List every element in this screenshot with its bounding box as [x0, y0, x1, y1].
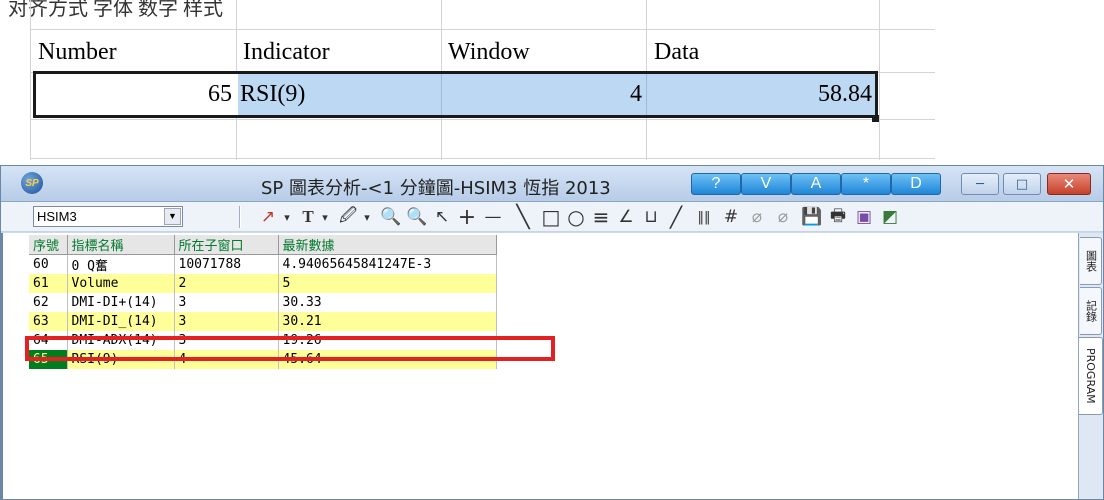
export-icon[interactable]: ◩	[879, 206, 901, 228]
toolbar-separator	[239, 206, 241, 228]
ribbon-text: 对齐方式 字体 数字 样式	[8, 0, 223, 20]
window-title: SP 圖表分析-<1 分鐘圖-HSIM3 恆指 2013	[261, 178, 611, 199]
cell-divider	[646, 74, 647, 115]
chart-image-icon[interactable]: ▣	[853, 206, 875, 228]
chevron-down-icon[interactable]: ▾	[318, 206, 332, 228]
ellipse-icon[interactable]: ○	[564, 205, 588, 229]
zoom-in-icon[interactable]: 🔍	[379, 206, 403, 228]
row-name: DMI-DI+(14)	[67, 293, 175, 312]
row-data: 30.33	[278, 293, 497, 312]
gridline	[879, 0, 880, 160]
gridline	[30, 0, 31, 160]
row-data: 30.21	[278, 312, 497, 331]
channel-icon[interactable]: ≡	[589, 205, 613, 229]
cell-window[interactable]: 4	[445, 79, 642, 109]
row-name: 0 Q奮	[67, 254, 175, 274]
row-window: 2	[174, 274, 279, 293]
row-window: 3	[174, 312, 279, 331]
zoom-out-icon[interactable]: 🔍	[405, 206, 429, 228]
sp-chart-window: SP SP 圖表分析-<1 分鐘圖-HSIM3 恆指 2013 ? V A * …	[0, 165, 1104, 500]
toolbar: HSIM3 ▼ ↗ ▾ T ▾ 🖉 ▾ 🔍 🔍 ↖ + — ╲ □ ○ ≡ ∠ …	[1, 202, 1103, 232]
eraser-icon[interactable]: ⌀	[747, 206, 767, 228]
a-button[interactable]: A	[791, 173, 841, 195]
cell-data[interactable]: 58.84	[650, 79, 872, 109]
column-header-latest-data[interactable]: 最新數據	[278, 235, 497, 255]
row-no: 60	[29, 254, 68, 274]
title-bar[interactable]: SP SP 圖表分析-<1 分鐘圖-HSIM3 恆指 2013 ? V A * …	[1, 166, 1103, 202]
diagonal-line-icon[interactable]: ╲	[509, 205, 537, 230]
save-icon[interactable]: 💾	[801, 206, 823, 228]
trend-line-icon[interactable]: ╱	[664, 205, 688, 229]
symbol-select[interactable]: HSIM3 ▼	[33, 206, 183, 227]
row-data: 4.94065645841247E-3	[278, 254, 497, 274]
cell-divider	[441, 74, 442, 115]
maximize-icon: □	[1015, 176, 1029, 192]
row-data: 5	[278, 274, 497, 293]
header-indicator[interactable]: Indicator	[243, 37, 330, 67]
side-tab-strip: 圖表 記錄 PROGRAM	[1078, 233, 1103, 499]
column-header-subwindow[interactable]: 所在子窗口	[174, 235, 279, 255]
header-number[interactable]: Number	[38, 37, 117, 67]
cell-indicator[interactable]: RSI(9)	[240, 79, 305, 109]
indicator-panel: 序號 指標名稱 所在子窗口 最新數據 60 0 Q奮 10071788 4.94…	[1, 233, 1078, 499]
row-name: DMI-DI_(14)	[67, 312, 175, 331]
horizontal-line-icon[interactable]: —	[481, 206, 505, 228]
column-header-name[interactable]: 指標名稱	[67, 235, 175, 255]
rectangle-icon[interactable]: □	[539, 205, 563, 229]
pointer-icon[interactable]: ↖	[431, 206, 453, 228]
tab-chart[interactable]: 圖表	[1080, 237, 1102, 285]
minimize-icon: ─	[976, 176, 984, 192]
measure-icon[interactable]: ⊔	[639, 206, 663, 228]
header-data[interactable]: Data	[654, 37, 699, 67]
vertical-lines-icon[interactable]: ‖‖	[691, 206, 717, 228]
cell-number[interactable]: 65	[36, 79, 232, 109]
close-button[interactable]: ✕	[1047, 173, 1091, 195]
crosshair-icon[interactable]: +	[455, 205, 479, 230]
row-window: 10071788	[174, 254, 279, 274]
chevron-down-icon[interactable]: ▾	[280, 206, 294, 228]
row-no: 62	[29, 293, 68, 312]
gridline	[30, 29, 935, 30]
d-button[interactable]: D	[891, 173, 941, 195]
print-icon[interactable]: 🖶	[827, 206, 849, 228]
paint-tool-icon[interactable]: 🖉	[336, 206, 360, 228]
highlight-annotation-box	[25, 336, 555, 361]
line-chart-icon[interactable]: ↗	[256, 206, 280, 228]
gridline	[30, 158, 935, 159]
fan-icon[interactable]: ∠	[614, 206, 638, 228]
help-button[interactable]: ?	[691, 173, 741, 195]
row-no: 63	[29, 312, 68, 331]
table-row[interactable]: 60 0 Q奮 10071788 4.94065645841247E-3	[29, 254, 497, 274]
star-button[interactable]: *	[841, 173, 891, 195]
table-row[interactable]: 63 DMI-DI_(14) 3 30.21	[29, 312, 497, 331]
header-window[interactable]: Window	[448, 37, 530, 67]
gridline	[30, 119, 935, 120]
spreadsheet-fragment: 对齐方式 字体 数字 样式 Number Indicator Window Da…	[0, 0, 940, 160]
text-tool-icon[interactable]: T	[298, 206, 318, 228]
sp-app-icon: SP	[21, 172, 43, 194]
table-row[interactable]: 61 Volume 2 5	[29, 274, 497, 293]
v-button[interactable]: V	[741, 173, 791, 195]
minimize-button[interactable]: ─	[961, 173, 999, 195]
column-header-no[interactable]: 序號	[29, 235, 68, 255]
row-no: 61	[29, 274, 68, 293]
symbol-value: HSIM3	[37, 209, 77, 224]
fill-handle[interactable]	[872, 115, 879, 122]
row-window: 3	[174, 293, 279, 312]
dropdown-arrow-icon[interactable]: ▼	[164, 208, 181, 225]
table-row[interactable]: 62 DMI-DI+(14) 3 30.33	[29, 293, 497, 312]
maximize-button[interactable]: □	[1003, 173, 1041, 195]
eraser-all-icon[interactable]: ⌀	[773, 206, 793, 228]
tab-log[interactable]: 記錄	[1080, 287, 1102, 335]
tab-program[interactable]: PROGRAM	[1079, 337, 1103, 415]
row-name: Volume	[67, 274, 175, 293]
close-icon: ✕	[1062, 175, 1076, 193]
grid-icon[interactable]: #	[719, 206, 743, 228]
chevron-down-icon[interactable]: ▾	[360, 206, 374, 228]
